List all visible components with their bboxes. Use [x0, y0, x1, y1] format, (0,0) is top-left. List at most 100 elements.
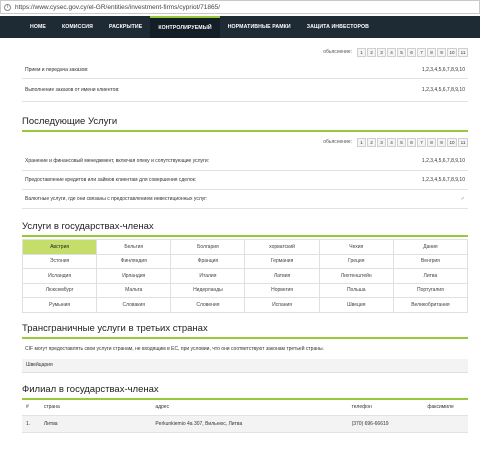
member-states-title-underline: [22, 235, 468, 237]
legend-page-button[interactable]: 10: [447, 137, 457, 147]
service-row: Выполнение заказов от имени клиентов: 1,2…: [22, 79, 468, 102]
country-cell: Дания: [393, 240, 468, 255]
address-url[interactable]: https://www.cysec.gov.cy/el-GR/entities/…: [15, 4, 220, 11]
col-phone: телефон: [347, 399, 424, 416]
legend-pager: обьяснение: 1 2 3 4 5 6 7 8 9 10 11: [22, 46, 468, 58]
country-cell: Лихтенштейн: [319, 269, 394, 284]
nav-item-0[interactable]: HOME: [22, 16, 54, 38]
service-value: 1,2,3,4,5,6,7,8,9,10: [421, 67, 465, 73]
ancillary-services-list: Хранение и финансовый менеджмент, включа…: [22, 152, 468, 209]
country-cell: Португалия: [393, 283, 468, 298]
third-countries-title: Трансграничные услуги в третьих странах: [22, 322, 208, 334]
legend-page-button[interactable]: 8: [427, 137, 436, 147]
country-cell: Эстония: [23, 254, 98, 269]
legend-page-button[interactable]: 3: [377, 47, 386, 57]
country-cell: Великобритания: [393, 298, 468, 313]
investment-services-list: Прием и передача заказов: 1,2,3,4,5,6,7,8…: [22, 62, 468, 102]
branch-num: 1.: [22, 415, 40, 433]
legend-page-button[interactable]: 6: [407, 47, 416, 57]
member-states-grid: Австрия Бельгия Болгария хорватский Чехия Дан…: [22, 239, 468, 313]
ancillary-title-underline: [22, 130, 468, 132]
content: обьяснение: 1 2 3 4 5 6 7 8 9 10 11 Прием и переда…: [22, 46, 468, 433]
legend-page-button[interactable]: 10: [447, 47, 457, 57]
col-num: #: [22, 399, 40, 416]
nav-item-5[interactable]: ЗАЩИТА ИНВЕСТОРОВ: [299, 16, 377, 38]
legend-page-button[interactable]: 7: [417, 47, 426, 57]
nav-item-1[interactable]: КОМИССИЯ: [54, 16, 101, 38]
branch-phone: (370) 696-66619: [347, 415, 424, 433]
col-fax: факсимиле: [423, 399, 468, 416]
third-country-item: Швейцария: [22, 358, 468, 373]
legend-page-button[interactable]: 5: [397, 137, 406, 147]
service-name: Хранение и финансовый менеджмент, включа…: [25, 158, 210, 164]
service-value: 1,2,3,4,5,6,7,8,9,10: [421, 87, 465, 93]
country-cell: Австрия: [23, 240, 98, 255]
country-cell: Германия: [245, 254, 320, 269]
branches-section: Филиал в государствах-членах # страна ад…: [22, 384, 468, 433]
legend-page-button[interactable]: 1: [357, 137, 366, 147]
service-row: Хранение и финансовый менеджмент, включа…: [22, 152, 468, 171]
third-countries-note: CIF могут предоставлять свои услуги стра…: [25, 345, 324, 352]
legend-pager: обьяснение: 1 2 3 4 5 6 7 8 9 10 11: [22, 136, 468, 148]
nav-item-2[interactable]: РАСКРЫТИЕ: [101, 16, 150, 38]
info-icon[interactable]: i: [4, 3, 11, 11]
country-cell: Мальта: [97, 283, 172, 298]
country-cell: Бельгия: [97, 240, 172, 255]
country-cell: Польша: [319, 283, 394, 298]
country-cell: Латвия: [245, 269, 320, 284]
country-cell: Словения: [171, 298, 246, 313]
country-cell: Болгария: [171, 240, 246, 255]
legend-page-button[interactable]: 2: [367, 137, 376, 147]
service-name: Валютные услуги, где они связаны с предо…: [25, 196, 208, 202]
legend-page-button[interactable]: 4: [387, 47, 396, 57]
legend-pages: 1 2 3 4 5 6 7 8 9 10 11: [356, 137, 468, 147]
service-value: 1,2,3,4,5,6,7,8,9,10: [421, 177, 465, 183]
browser-address-bar[interactable]: i https://www.cysec.gov.cy/el-GR/entitie…: [0, 0, 480, 14]
country-cell: Венгрия: [393, 254, 468, 269]
branches-body: 1. Литва Perkunkiemio 4a 307, Вильнюс, Лит…: [22, 415, 468, 433]
service-row: Прием и передача заказов: 1,2,3,4,5,6,7,8…: [22, 62, 468, 79]
ancillary-section: Последующие Услуги обьяснение: 123456789…: [22, 116, 468, 209]
member-states-section: Услуги в государствах-членах Австрия Бель…: [22, 221, 468, 313]
country-cell: Румыния: [23, 298, 98, 313]
col-address: адрес: [151, 399, 348, 416]
third-countries-title-underline: [22, 336, 468, 339]
nav-item-4[interactable]: НОРМАТИВНЫЕ РАМКИ: [220, 16, 299, 38]
country-cell: Нидерланды: [171, 283, 246, 298]
country-cell: Швеция: [319, 298, 394, 313]
legend-page-button[interactable]: 11: [458, 47, 468, 57]
country-cell: Литва: [393, 269, 468, 284]
country-cell: Норвегия: [245, 283, 320, 298]
branch-address: Perkunkiemio 4a 307, Вильнюс, Литва: [151, 415, 348, 433]
legend-page-button[interactable]: 7: [417, 137, 426, 147]
table-row: 1. Литва Perkunkiemio 4a 307, Вильнюс, Лит…: [22, 415, 468, 433]
legend-page-button[interactable]: 4: [387, 137, 396, 147]
country-cell: Испания: [245, 298, 320, 313]
legend-page-button[interactable]: 9: [437, 47, 446, 57]
country-cell: Люксембург: [23, 283, 98, 298]
service-name: Предоставление кредитов или займов клиен…: [25, 177, 197, 183]
country-cell: Ирландия: [97, 269, 172, 284]
legend-page-button[interactable]: 9: [437, 137, 446, 147]
country-cell: хорватский: [245, 240, 320, 255]
legend-page-button[interactable]: 8: [427, 47, 436, 57]
nav-item-3[interactable]: КОНТРОЛИРУЕМЫЙ: [150, 16, 220, 38]
legend-page-button[interactable]: 5: [397, 47, 406, 57]
third-countries-list: Швейцария: [22, 358, 468, 373]
country-cell: Чехия: [319, 240, 394, 255]
legend-page-button[interactable]: 6: [407, 137, 416, 147]
legend-page-button[interactable]: 2: [367, 47, 376, 57]
branch-country: Литва: [39, 415, 152, 433]
country-cell: Словакия: [97, 298, 172, 313]
country-cell: Исландия: [23, 269, 98, 284]
service-value: ✓: [460, 196, 465, 202]
legend-page-button[interactable]: 1: [357, 47, 366, 57]
branches-table: # страна адрес телефон факсимиле 1. Литва…: [22, 399, 468, 433]
legend-pages: 1 2 3 4 5 6 7 8 9 10 11: [356, 47, 468, 57]
col-country: страна: [39, 399, 152, 416]
legend-page-button[interactable]: 11: [458, 137, 468, 147]
main-nav: HOME КОМИССИЯ РАСКРЫТИЕ КОНТРОЛИРУЕМЫЙ НОРМА…: [0, 16, 480, 38]
legend-page-button[interactable]: 3: [377, 137, 386, 147]
table-header-row: # страна адрес телефон факсимиле: [22, 399, 468, 416]
country-cell: Греция: [319, 254, 394, 269]
